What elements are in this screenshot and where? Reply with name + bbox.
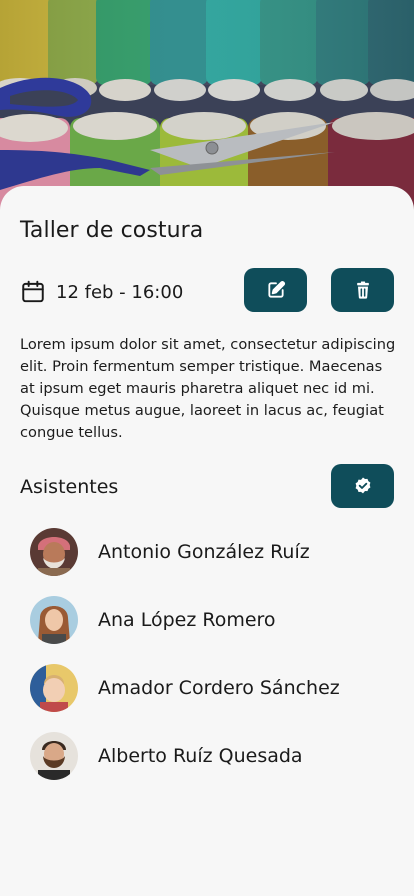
attendee-name: Alberto Ruíz Quesada (98, 745, 303, 767)
list-item: Amador Cordero Sánchez (30, 664, 400, 712)
edit-button[interactable] (244, 268, 307, 312)
event-description: Lorem ipsum dolor sit amet, consectetur … (20, 336, 396, 441)
confirm-attendance-button[interactable] (331, 464, 394, 508)
attendees-title: Asistentes (20, 476, 119, 498)
edit-icon (267, 281, 285, 298)
avatar (30, 596, 78, 644)
attendee-list: Antonio González Ruíz Ana López Romero A… (30, 528, 400, 800)
event-title: Taller de costura (20, 218, 204, 243)
attendee-name: Amador Cordero Sánchez (98, 677, 340, 699)
check-badge-icon (355, 477, 370, 494)
avatar (30, 664, 78, 712)
calendar-icon (22, 280, 44, 303)
avatar (30, 528, 78, 576)
list-item: Antonio González Ruíz (30, 528, 400, 576)
attendee-name: Antonio González Ruíz (98, 541, 310, 563)
list-item: Ana López Romero (30, 596, 400, 644)
trash-icon (356, 281, 369, 299)
delete-button[interactable] (331, 268, 394, 312)
event-detail-sheet: Taller de costura 12 feb - 16:00 Lorem i… (0, 186, 414, 896)
avatar (30, 732, 78, 780)
list-item: Alberto Ruíz Quesada (30, 732, 400, 780)
event-date-row: 12 feb - 16:00 (20, 272, 183, 312)
event-datetime: 12 feb - 16:00 (56, 281, 184, 303)
attendee-name: Ana López Romero (98, 609, 276, 631)
